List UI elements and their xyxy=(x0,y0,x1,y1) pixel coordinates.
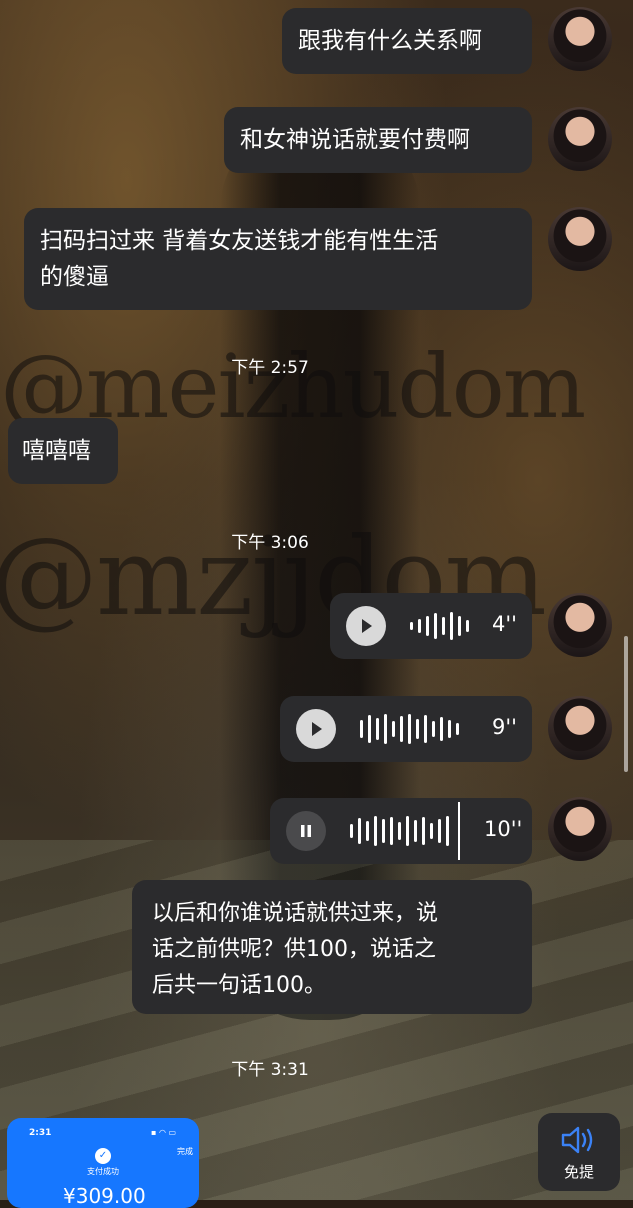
payment-amount: ¥309.00 xyxy=(63,1184,146,1208)
voice-message-1[interactable]: 4'' xyxy=(330,593,532,659)
avatar[interactable] xyxy=(548,696,612,760)
message-bubble-4[interactable]: 嘻嘻嘻 xyxy=(8,418,118,484)
message-text-line: 扫码扫过来 背着女友送钱才能有性生活 xyxy=(40,228,439,254)
avatar[interactable] xyxy=(548,797,612,861)
message-text-line: 后共一句话100。 xyxy=(152,973,326,998)
voice-message-2[interactable]: 9'' xyxy=(280,696,532,762)
avatar[interactable] xyxy=(548,207,612,271)
speaker-label: 免提 xyxy=(563,1162,594,1181)
timestamp: 下午 2:57 xyxy=(231,358,309,378)
avatar[interactable] xyxy=(548,593,612,657)
play-button[interactable] xyxy=(296,709,336,749)
voice-duration: 9'' xyxy=(492,715,517,739)
pause-icon xyxy=(301,825,311,837)
voice-duration: 10'' xyxy=(484,817,523,841)
pause-button[interactable] xyxy=(286,811,326,851)
waveform xyxy=(360,709,459,749)
message-bubble-3[interactable]: 扫码扫过来 背着女友送钱才能有性生活 的傻逼 xyxy=(24,208,532,310)
play-icon xyxy=(362,619,372,633)
status-bar-icons: ▪ ◠ ▭ xyxy=(151,1128,177,1137)
speaker-icon xyxy=(561,1126,593,1153)
timestamp: 下午 3:31 xyxy=(231,1060,309,1080)
avatar[interactable] xyxy=(548,107,612,171)
done-link: 完成 xyxy=(177,1147,193,1156)
message-text: 和女神说话就要付费啊 xyxy=(240,127,470,153)
play-icon xyxy=(312,722,322,736)
waveform xyxy=(350,811,449,851)
speaker-toggle-button[interactable]: 免提 xyxy=(538,1113,620,1191)
alipay-check-icon: ✓ xyxy=(95,1148,111,1164)
message-text: 跟我有什么关系啊 xyxy=(298,28,482,54)
timestamp: 下午 3:06 xyxy=(231,533,309,553)
message-text-line: 话之前供呢？供100，说话之 xyxy=(152,937,436,962)
play-button[interactable] xyxy=(346,606,386,646)
message-text-line: 以后和你谁说话就供过来，说 xyxy=(152,901,439,926)
avatar[interactable] xyxy=(548,7,612,71)
status-bar-time: 2:31 xyxy=(29,1128,52,1138)
message-bubble-2[interactable]: 和女神说话就要付费啊 xyxy=(224,107,532,173)
message-text: 嘻嘻嘻 xyxy=(22,438,91,464)
scrollbar[interactable] xyxy=(624,636,628,772)
waveform xyxy=(410,606,469,646)
payment-screenshot-card[interactable]: 2:31 ▪ ◠ ▭ 完成 ✓ 支付成功 ¥309.00 xyxy=(7,1118,199,1208)
message-bubble-5[interactable]: 以后和你谁说话就供过来，说 话之前供呢？供100，说话之 后共一句话100。 xyxy=(132,880,532,1014)
voice-duration: 4'' xyxy=(492,612,517,636)
voice-message-3[interactable]: 10'' xyxy=(270,798,532,864)
playback-cursor xyxy=(458,802,460,860)
message-bubble-1[interactable]: 跟我有什么关系啊 xyxy=(282,8,532,74)
message-text-line: 的傻逼 xyxy=(40,264,109,290)
payment-status: 支付成功 xyxy=(87,1167,119,1176)
